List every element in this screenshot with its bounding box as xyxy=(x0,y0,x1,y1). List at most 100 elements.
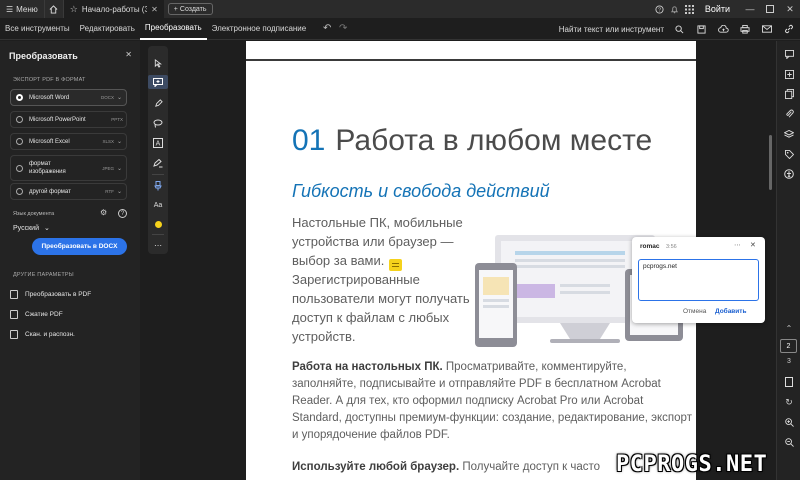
convert-panel: Преобразовать ✕ ЭКСПОРТ PDF В ФОРМАТ Mic… xyxy=(0,41,140,480)
accessibility-panel-icon[interactable] xyxy=(777,167,800,181)
option-word[interactable]: Microsoft Word DOCX ⌄ xyxy=(10,89,127,106)
convert-button[interactable]: Преобразовать в DOCX xyxy=(32,238,127,255)
toolbar-right: Найти текст или инструмент xyxy=(559,18,800,40)
sticky-note-icon[interactable] xyxy=(389,259,402,271)
compress-pdf-item[interactable]: Сжатие PDF xyxy=(10,310,63,319)
refresh-icon[interactable]: ↻ xyxy=(777,395,800,409)
pdf-page[interactable]: 01 Работа в любом месте Гибкость и свобод… xyxy=(246,41,696,480)
search-icon[interactable] xyxy=(668,18,690,40)
page-heading: 01 Работа в любом месте xyxy=(292,124,652,158)
close-comment-icon[interactable]: ✕ xyxy=(750,241,756,249)
page-subheading: Гибкость и свобода действий xyxy=(292,181,550,201)
close-tab-icon[interactable]: ✕ xyxy=(151,5,158,14)
home-icon xyxy=(49,4,58,14)
option-image[interactable]: формат изображения JPEG ⌄ xyxy=(10,155,127,181)
create-button[interactable]: + Создать xyxy=(167,3,213,15)
option-excel[interactable]: Microsoft Excel XLSX ⌄ xyxy=(10,133,127,150)
tab-e-sign[interactable]: Электронное подписание xyxy=(207,18,312,40)
link-icon[interactable] xyxy=(778,18,800,40)
language-select[interactable]: Русский ⌄ xyxy=(13,224,50,232)
layers-panel-icon[interactable] xyxy=(777,127,800,141)
cancel-comment-button[interactable]: Отмена xyxy=(683,308,706,315)
document-tab[interactable]: ☆ Начало-работы (ЗА... ✕ xyxy=(63,0,164,18)
redo-icon[interactable]: ↷ xyxy=(335,18,351,40)
radio-image[interactable] xyxy=(16,164,23,172)
comments-panel-icon[interactable] xyxy=(777,47,800,61)
option-powerpoint[interactable]: Microsoft PowerPoint PPTX xyxy=(10,111,127,128)
radio-other-format[interactable] xyxy=(16,188,23,195)
bookmark-panel-icon[interactable] xyxy=(777,67,800,81)
notification-bell-icon[interactable] xyxy=(667,0,682,18)
current-page-number[interactable]: 2 xyxy=(780,339,797,353)
pen-draw-icon[interactable] xyxy=(148,96,168,110)
comment-time: 3:56 xyxy=(666,243,677,250)
apps-grid-icon[interactable] xyxy=(682,0,697,18)
chevron-down-icon[interactable]: ⌄ xyxy=(117,188,122,195)
scrollbar-thumb[interactable] xyxy=(769,135,772,190)
font-style-icon[interactable]: Aa xyxy=(148,198,168,212)
star-icon[interactable]: ☆ xyxy=(70,4,78,15)
help-icon[interactable]: ? xyxy=(652,0,667,18)
option-powerpoint-format: PPTX xyxy=(111,117,123,122)
add-comment-button[interactable]: Добавить xyxy=(715,308,746,315)
color-picker-icon[interactable] xyxy=(148,217,168,231)
tab-title: Начало-работы (ЗА... xyxy=(81,4,148,14)
convert-to-pdf-item[interactable]: Преобразовать в PDF xyxy=(10,290,91,299)
comment-textarea[interactable]: pcprogs.net xyxy=(638,259,759,301)
chevron-down-icon[interactable]: ⌄ xyxy=(117,138,122,145)
chevron-down-icon[interactable]: ⌄ xyxy=(117,165,122,172)
tab-convert[interactable]: Преобразовать xyxy=(139,18,207,40)
add-comment-icon[interactable] xyxy=(148,75,168,89)
scroll-up-icon[interactable]: ⌃ xyxy=(777,321,800,335)
fit-page-icon[interactable] xyxy=(777,375,800,389)
quick-tools-bar: A Aa ⋯ xyxy=(148,46,168,254)
panel-title: Преобразовать xyxy=(9,51,78,61)
menu-button[interactable]: ☰ Меню xyxy=(0,0,44,18)
main-toolbar: Все инструменты Редактировать Преобразов… xyxy=(0,18,800,40)
radio-excel[interactable] xyxy=(16,138,23,145)
gear-icon[interactable]: ⚙ xyxy=(100,208,107,217)
option-other-format[interactable]: другой формат RTF ⌄ xyxy=(10,183,127,200)
login-button[interactable]: Войти xyxy=(697,4,740,14)
undo-icon[interactable]: ↶ xyxy=(319,18,335,40)
help-circle-icon[interactable]: ? xyxy=(118,209,127,218)
save-icon[interactable] xyxy=(690,18,712,40)
print-icon[interactable] xyxy=(734,18,756,40)
cloud-upload-icon[interactable] xyxy=(712,18,734,40)
tags-panel-icon[interactable] xyxy=(777,147,800,161)
select-cursor-icon[interactable] xyxy=(148,56,168,70)
chevron-down-icon[interactable]: ⌄ xyxy=(117,94,122,101)
sign-pen-icon[interactable] xyxy=(148,156,168,170)
zoom-out-icon[interactable] xyxy=(777,435,800,449)
language-label: Язык документа xyxy=(13,211,55,217)
lasso-icon[interactable] xyxy=(148,116,168,130)
home-button[interactable] xyxy=(43,0,64,18)
minimize-icon[interactable]: — xyxy=(740,0,760,18)
pages-panel-icon[interactable] xyxy=(777,87,800,101)
zoom-in-icon[interactable] xyxy=(777,415,800,429)
heading-number: 01 xyxy=(292,124,326,157)
radio-word[interactable] xyxy=(16,94,23,101)
tab-all-tools[interactable]: Все инструменты xyxy=(0,18,75,40)
option-image-format: JPEG xyxy=(102,165,114,171)
other-section-label: ДРУГИЕ ПАРАМЕТРЫ xyxy=(13,272,74,278)
more-options-icon[interactable]: ⋯ xyxy=(734,241,741,249)
more-tools-icon[interactable]: ⋯ xyxy=(148,238,168,252)
vertical-scrollbar[interactable] xyxy=(768,41,774,480)
text-box-icon[interactable]: A xyxy=(148,136,168,150)
scan-ocr-label: Скан. и распозн. xyxy=(25,331,75,338)
plus-icon: + xyxy=(173,5,178,13)
close-window-icon[interactable]: ✕ xyxy=(780,0,800,18)
maximize-icon[interactable] xyxy=(760,0,780,18)
menu-label: Меню xyxy=(16,4,38,14)
email-icon[interactable] xyxy=(756,18,778,40)
close-panel-icon[interactable]: ✕ xyxy=(125,50,132,59)
scan-ocr-item[interactable]: Скан. и распозн. xyxy=(10,330,75,339)
option-excel-format: XLSX xyxy=(102,139,114,144)
attachment-panel-icon[interactable] xyxy=(777,107,800,121)
tab-edit[interactable]: Редактировать xyxy=(75,18,140,40)
stamp-pin-icon[interactable] xyxy=(148,179,168,193)
radio-powerpoint[interactable] xyxy=(16,116,23,123)
search-tools-label[interactable]: Найти текст или инструмент xyxy=(559,25,668,34)
export-section-label: ЭКСПОРТ PDF В ФОРМАТ xyxy=(13,77,86,83)
